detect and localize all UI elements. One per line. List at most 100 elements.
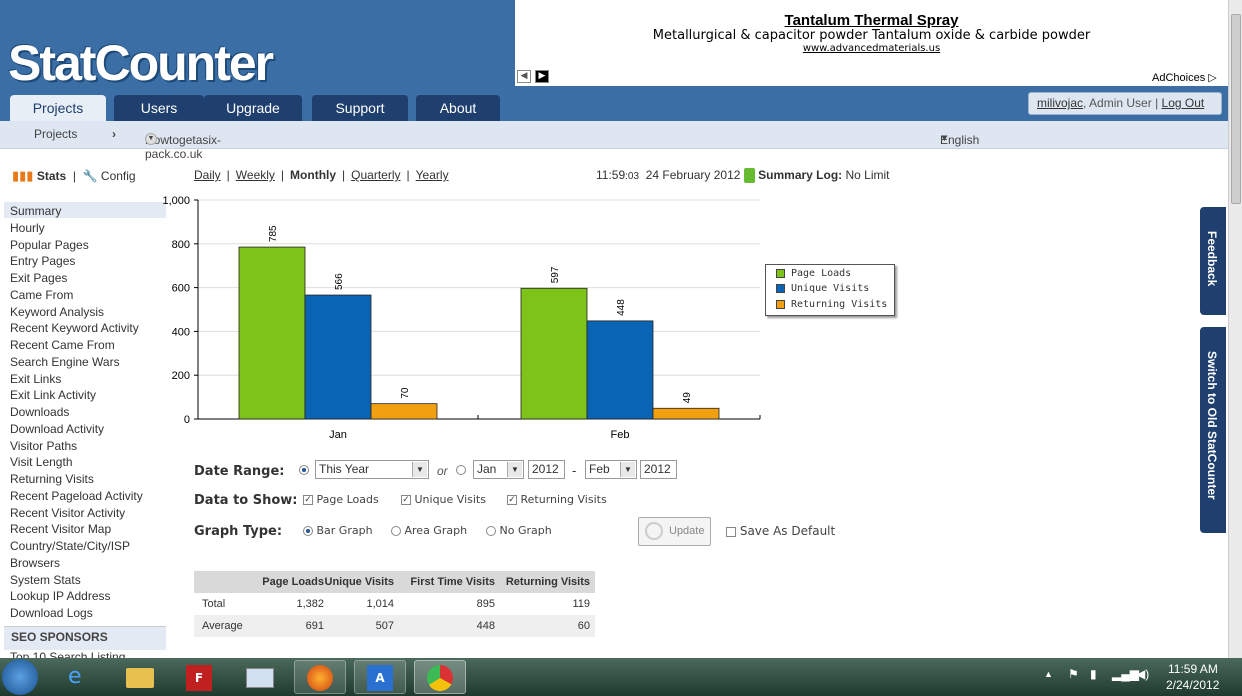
sidebar-item-exit-link-activity[interactable]: Exit Link Activity [10,388,96,402]
feedback-label: Feedback [1205,231,1219,287]
checkbox[interactable]: ✓ [401,495,411,505]
tray-expand-icon[interactable]: ▲ [1044,669,1053,679]
sidebar-item-recent-keyword-activity[interactable]: Recent Keyword Activity [10,321,139,335]
network-icon[interactable]: ▂▄▆ [1112,667,1139,681]
save-default-option[interactable]: Save As Default [726,524,835,538]
statcounter-logo[interactable]: StatCounter [8,34,274,92]
tab-users[interactable]: Users [114,95,204,121]
options-form: Date Range: This Year ▼ or Jan ▼ 2012 - Fe… [194,460,894,550]
logout-link[interactable]: Log Out [1162,96,1205,110]
folder-icon[interactable] [114,660,166,694]
sidebar-item-download-activity[interactable]: Download Activity [10,422,104,436]
period-quarterly[interactable]: Quarterly [351,168,400,182]
table-header-cell: Returning Visits [505,576,590,588]
ie-icon[interactable]: e [54,660,106,694]
config-link[interactable]: Config [101,169,136,183]
range-preset-radio[interactable] [299,465,309,475]
volume-icon[interactable]: ◀) [1136,667,1149,681]
sidebar-item-hourly[interactable]: Hourly [10,221,45,235]
sidebar-item-exit-links[interactable]: Exit Links [10,372,61,386]
switch-old-statcounter-tab[interactable]: Switch to Old StatCounter [1200,327,1226,533]
firefox-icon[interactable] [294,660,346,694]
data-option-page-loads[interactable]: ✓ Page Loads [303,493,379,506]
tab-about[interactable]: About [416,95,500,121]
sidebar-item-search-engine-wars[interactable]: Search Engine Wars [10,355,120,369]
graph-option-bar[interactable]: Bar Graph [303,524,373,537]
sidebar-item-system-stats[interactable]: System Stats [10,573,81,587]
range-custom-radio[interactable] [456,465,466,475]
checkbox[interactable] [726,526,736,537]
clock-date: 24 February 2012 [645,168,741,182]
table-cell: 1,014 [366,598,394,610]
sidebar-item-country-state-city-isp[interactable]: Country/State/City/ISP [10,539,130,553]
period-daily[interactable]: Daily [194,168,221,182]
sidebar-item-recent-visitor-activity[interactable]: Recent Visitor Activity [10,506,125,520]
graph-option-none[interactable]: No Graph [486,524,552,537]
period-weekly[interactable]: Weekly [236,168,275,182]
to-month-select[interactable]: Feb ▼ [585,460,637,479]
ad-title[interactable]: Tantalum Thermal Spray [515,12,1228,29]
filezilla-icon[interactable]: F [174,660,226,694]
page-scrollbar[interactable] [1228,0,1242,658]
ad-next-icon[interactable]: ▶ [535,70,549,83]
flag-icon[interactable]: ⚑ [1068,667,1079,681]
legend-item-returning-visits: Returning Visits [776,299,887,310]
bar-page-loads [520,287,588,420]
tab-upgrade[interactable]: Upgrade [204,95,302,121]
sidebar-item-popular-pages[interactable]: Popular Pages [10,238,89,252]
data-option-returning-visits[interactable]: ✓ Returning Visits [507,493,607,506]
ad-prev-icon[interactable]: ◀ [517,70,531,83]
tray-time[interactable]: 11:59 AM [1168,662,1218,676]
window-icon[interactable] [234,660,286,694]
sidebar-item-recent-pageload-activity[interactable]: Recent Pageload Activity [10,489,143,503]
sidebar-item-browsers[interactable]: Browsers [10,556,60,570]
feedback-tab[interactable]: Feedback [1200,207,1226,315]
sidebar-item-exit-pages[interactable]: Exit Pages [10,271,67,285]
from-year-input[interactable]: 2012 [528,460,565,479]
username-link[interactable]: milivojac [1037,96,1083,110]
start-button[interactable] [2,659,38,695]
period-monthly[interactable]: Monthly [290,168,336,182]
sidebar-item-came-from[interactable]: Came From [10,288,73,302]
radio[interactable] [391,526,401,536]
graph-option-area[interactable]: Area Graph [391,524,467,537]
sidebar-item-returning-visits[interactable]: Returning Visits [10,472,94,486]
stats-link[interactable]: Stats [37,169,66,183]
chrome-icon[interactable] [414,660,466,694]
scrollbar-thumb[interactable] [1231,14,1241,204]
tab-support[interactable]: Support [312,95,408,121]
data-label: 785 [268,225,279,242]
adchoices-link[interactable]: AdChoices ▷ [1152,71,1217,84]
breadcrumb-projects[interactable]: Projects [34,127,77,141]
update-button[interactable]: Update [638,517,711,546]
radio[interactable] [486,526,496,536]
data-option-unique-visits[interactable]: ✓ Unique Visits [401,493,486,506]
sidebar-item-recent-came-from[interactable]: Recent Came From [10,338,115,352]
ad-url[interactable]: www.advancedmaterials.us [515,43,1228,54]
app-a-icon[interactable]: A [354,660,406,694]
tray-date[interactable]: 2/24/2012 [1166,678,1219,692]
sidebar-item-lookup-ip-address[interactable]: Lookup IP Address [10,589,111,603]
legend-swatch [776,268,785,278]
period-yearly[interactable]: Yearly [416,168,449,182]
sidebar-item-summary[interactable]: Summary [10,204,61,218]
sidebar-item-entry-pages[interactable]: Entry Pages [10,254,75,268]
sidebar-item-recent-visitor-map[interactable]: Recent Visitor Map [10,522,111,536]
sidebar-item-visitor-paths[interactable]: Visitor Paths [10,439,77,453]
user-role: , Admin User [1083,96,1152,110]
checkbox[interactable]: ✓ [303,495,313,505]
sidebar-item-download-logs[interactable]: Download Logs [10,606,93,620]
checkbox[interactable]: ✓ [507,495,517,505]
range-preset-select[interactable]: This Year ▼ [315,460,429,479]
sidebar-item-downloads[interactable]: Downloads [10,405,69,419]
battery-icon[interactable]: ▮ [1090,667,1097,681]
radio[interactable] [303,526,313,536]
sidebar-item-keyword-analysis[interactable]: Keyword Analysis [10,305,104,319]
table-row: Total 1,382 1,014 895 119 [194,593,595,615]
ad-banner[interactable]: Tantalum Thermal Spray Metallurgical & c… [515,0,1228,86]
from-month-select[interactable]: Jan ▼ [473,460,524,479]
summary-log-value: No Limit [845,168,890,182]
sidebar-item-visit-length[interactable]: Visit Length [10,455,73,469]
to-year-input[interactable]: 2012 [640,460,677,479]
tab-projects[interactable]: Projects [10,95,106,122]
